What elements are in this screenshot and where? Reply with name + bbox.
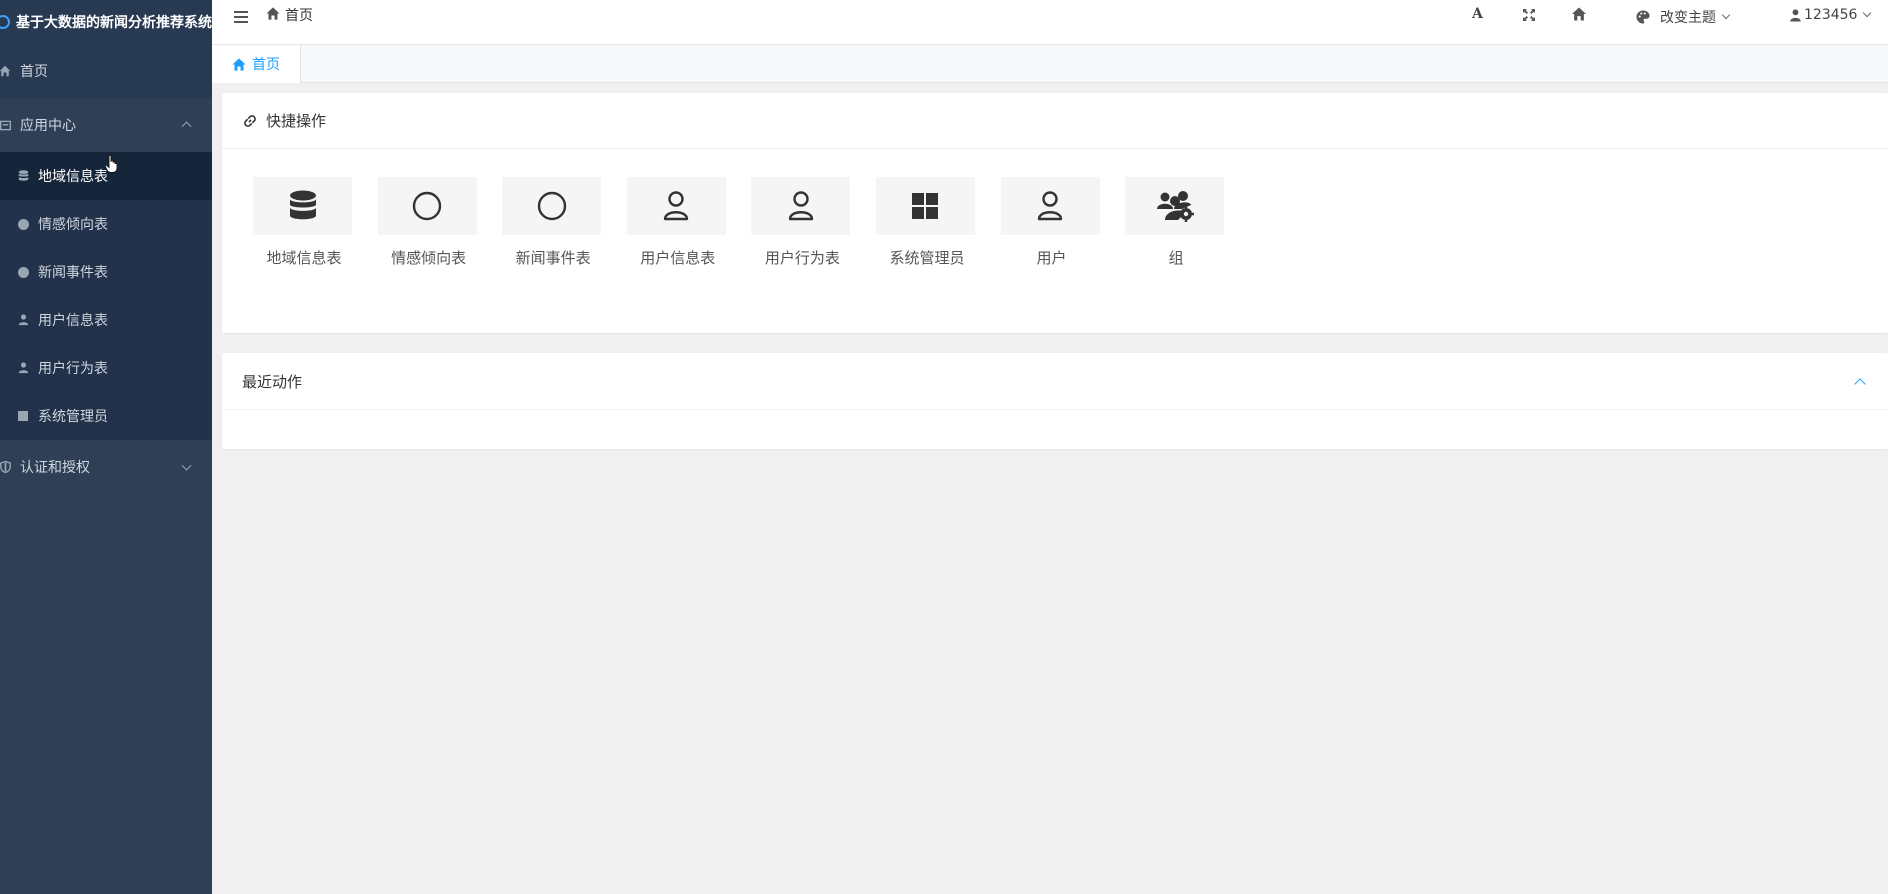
- circle-icon: [16, 217, 30, 231]
- sidebar-item-sysadmin[interactable]: 系统管理员: [0, 392, 212, 440]
- sidebar: 基于大数据的新闻分析推荐系统 首页 应用中心 地域信息表 情感倾向表 新闻事件表…: [0, 0, 212, 894]
- logo-icon: [0, 15, 10, 29]
- card-title: 快捷操作: [266, 112, 327, 130]
- app-title: 基于大数据的新闻分析推荐系统: [16, 15, 212, 31]
- breadcrumb-label: 首页: [285, 8, 313, 24]
- shortcut-grid: 地域信息表 情感倾向表 新闻事件表 用户信息表 用户行为表 系统管理员 用户 组: [253, 177, 1250, 268]
- quick-actions-card: 快捷操作 地域信息表 情感倾向表 新闻事件表 用户信息表 用户行为表 系统管理员…: [222, 93, 1888, 333]
- sidebar-item-label: 地域信息表: [38, 169, 108, 185]
- font-size-icon[interactable]: A: [1472, 6, 1483, 22]
- square-icon: [16, 409, 30, 423]
- user-icon: [1000, 177, 1100, 235]
- chevron-up-icon[interactable]: [1854, 378, 1866, 390]
- sidebar-item-label: 新闻事件表: [38, 265, 108, 281]
- windows-icon: [875, 177, 975, 235]
- tab-home[interactable]: 首页: [212, 45, 301, 83]
- sidebar-item-label: 首页: [20, 64, 48, 80]
- breadcrumb-home[interactable]: 首页: [266, 5, 313, 25]
- user-icon: [1790, 8, 1801, 22]
- shortcut-group[interactable]: 组: [1125, 177, 1250, 268]
- shortcut-sentiment[interactable]: 情感倾向表: [377, 177, 503, 268]
- shortcut-user[interactable]: 用户: [1000, 177, 1126, 268]
- user-icon: [751, 177, 851, 235]
- shortcut-region-info[interactable]: 地域信息表: [253, 177, 378, 268]
- fullscreen-icon[interactable]: [1522, 8, 1536, 22]
- palette-icon: [1636, 10, 1650, 24]
- sidebar-item-home[interactable]: 首页: [0, 44, 212, 98]
- card-header: 快捷操作: [222, 93, 1888, 149]
- shortcut-label: 用户: [1036, 249, 1067, 267]
- user-icon: [16, 361, 30, 375]
- top-header: 首页 A 改变主题 123456: [212, 0, 1888, 45]
- tab-label: 首页: [252, 57, 280, 73]
- database-icon: [253, 177, 352, 235]
- sidebar-group-auth[interactable]: 认证和授权: [0, 440, 212, 494]
- home-icon: [266, 6, 280, 24]
- card-header: 最近动作: [222, 353, 1888, 410]
- shortcut-label: 情感倾向表: [391, 249, 467, 267]
- sidebar-item-label: 情感倾向表: [38, 217, 108, 233]
- chevron-down-icon: [1863, 8, 1872, 18]
- card-title: 最近动作: [242, 372, 303, 391]
- shortcut-sysadmin[interactable]: 系统管理员: [875, 177, 1001, 268]
- sidebar-item-label: 应用中心: [20, 118, 76, 134]
- user-icon: [626, 177, 726, 235]
- home-icon[interactable]: [1571, 7, 1587, 21]
- shortcut-label: 组: [1168, 249, 1184, 267]
- shortcut-label: 地域信息表: [266, 249, 342, 267]
- shortcut-label: 用户行为表: [764, 249, 840, 267]
- sidebar-item-news-events[interactable]: 新闻事件表: [0, 248, 212, 296]
- brand[interactable]: 基于大数据的新闻分析推荐系统: [0, 0, 212, 44]
- shortcut-news-events[interactable]: 新闻事件表: [502, 177, 627, 268]
- users-gear-icon: [1125, 177, 1225, 235]
- sidebar-item-label: 用户信息表: [38, 313, 108, 329]
- circle-icon: [502, 177, 602, 235]
- sidebar-item-label: 用户行为表: [38, 361, 108, 377]
- app-center-icon: [0, 118, 12, 132]
- app-center-submenu: 地域信息表 情感倾向表 新闻事件表 用户信息表 用户行为表 系统管理员: [0, 152, 212, 440]
- sidebar-item-label: 系统管理员: [38, 409, 108, 425]
- home-icon: [232, 57, 246, 71]
- shortcut-user-behavior[interactable]: 用户行为表: [751, 177, 876, 268]
- home-icon: [0, 64, 12, 78]
- menu-toggle-icon[interactable]: [234, 8, 248, 26]
- chevron-down-icon: [1721, 10, 1731, 20]
- chevron-down-icon: [181, 460, 192, 471]
- mouse-cursor-icon: [105, 155, 117, 173]
- shield-icon: [0, 460, 12, 474]
- link-icon: [242, 113, 258, 129]
- sidebar-item-sentiment[interactable]: 情感倾向表: [0, 200, 212, 248]
- recent-actions-card: 最近动作: [222, 353, 1888, 449]
- theme-label: 改变主题: [1660, 10, 1716, 26]
- sidebar-item-user-info[interactable]: 用户信息表: [0, 296, 212, 344]
- app-root: 基于大数据的新闻分析推荐系统 首页 应用中心 地域信息表 情感倾向表 新闻事件表…: [0, 0, 1888, 894]
- user-dropdown[interactable]: 123456: [1790, 7, 1872, 23]
- tab-bar: 首页: [212, 45, 1888, 83]
- shortcut-label: 新闻事件表: [515, 249, 591, 267]
- user-name: 123456: [1804, 7, 1858, 23]
- shortcut-user-info[interactable]: 用户信息表: [626, 177, 752, 268]
- chevron-up-icon: [181, 121, 192, 132]
- shortcut-label: 系统管理员: [889, 249, 965, 267]
- theme-dropdown[interactable]: 改变主题: [1636, 7, 1731, 27]
- circle-icon: [16, 265, 30, 279]
- user-icon: [16, 313, 30, 327]
- sidebar-group-app-center[interactable]: 应用中心: [0, 98, 212, 152]
- sidebar-item-user-behavior[interactable]: 用户行为表: [0, 344, 212, 392]
- shortcut-label: 用户信息表: [640, 249, 716, 267]
- circle-icon: [377, 177, 477, 235]
- database-icon: [16, 169, 30, 183]
- sidebar-item-label: 认证和授权: [20, 460, 90, 476]
